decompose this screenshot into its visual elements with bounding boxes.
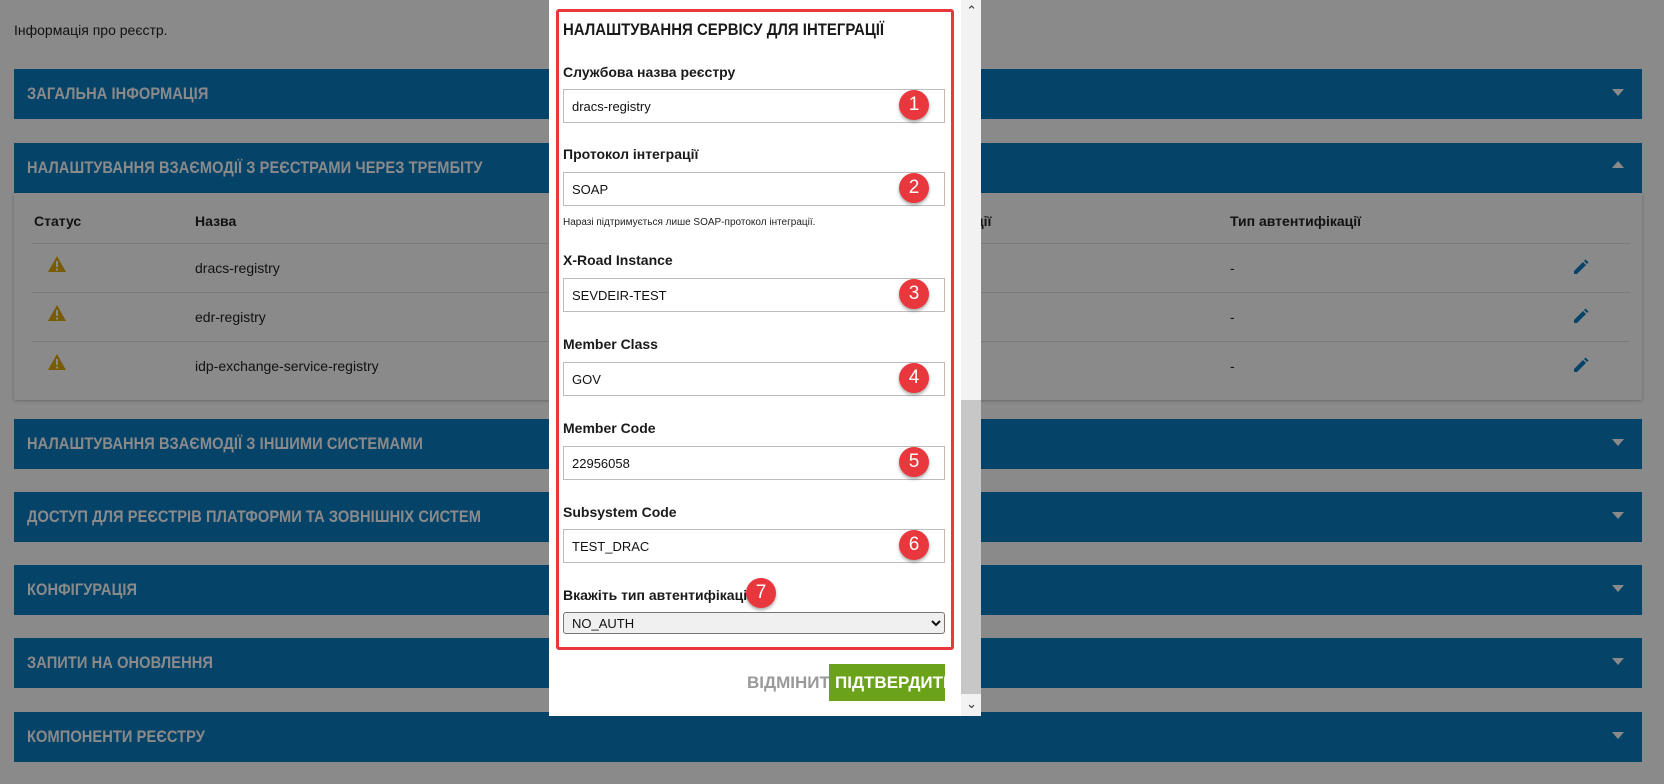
cancel-button[interactable]: ВІДМІНИТИ: [741, 665, 842, 701]
member-code-input[interactable]: [563, 446, 945, 480]
integration-service-modal: ⌃ ⌄ НАЛАШТУВАННЯ СЕРВІСУ ДЛЯ ІНТЕГРАЦІЇ …: [549, 0, 981, 716]
protocol-input[interactable]: [563, 172, 945, 206]
callout-badge: 2: [899, 173, 929, 203]
callout-badge: 6: [899, 530, 929, 560]
modal-scrollbar[interactable]: ⌃ ⌄: [961, 0, 981, 716]
subsystem-code-label: Subsystem Code: [563, 504, 677, 520]
callout-badge: 7: [746, 578, 776, 608]
callout-badge: 1: [899, 90, 929, 120]
subsystem-code-input[interactable]: [563, 529, 945, 563]
xroad-instance-input[interactable]: [563, 278, 945, 312]
protocol-label: Протокол інтеграції: [563, 146, 699, 162]
member-class-input[interactable]: [563, 362, 945, 396]
scrollbar-thumb[interactable]: [961, 400, 981, 694]
xroad-instance-label: X-Road Instance: [563, 252, 673, 268]
scroll-up-icon[interactable]: ⌃: [966, 4, 977, 17]
callout-badge: 4: [899, 363, 929, 393]
callout-badge: 5: [899, 447, 929, 477]
service-name-input[interactable]: [563, 89, 945, 123]
auth-type-select[interactable]: NO_AUTH: [563, 612, 945, 634]
scroll-down-icon[interactable]: ⌄: [966, 697, 977, 710]
confirm-button[interactable]: ПІДТВЕРДИТИ: [829, 664, 955, 701]
service-name-label: Службова назва реєстру: [563, 64, 736, 80]
member-code-label: Member Code: [563, 420, 656, 436]
callout-badge: 3: [899, 279, 929, 309]
modal-title: НАЛАШТУВАННЯ СЕРВІСУ ДЛЯ ІНТЕГРАЦІЇ: [563, 20, 885, 39]
member-class-label: Member Class: [563, 336, 658, 352]
auth-type-label: Вкажіть тип автентифікації: [563, 587, 752, 603]
protocol-hint: Наразі підтримується лише SOAP-протокол …: [563, 217, 816, 228]
